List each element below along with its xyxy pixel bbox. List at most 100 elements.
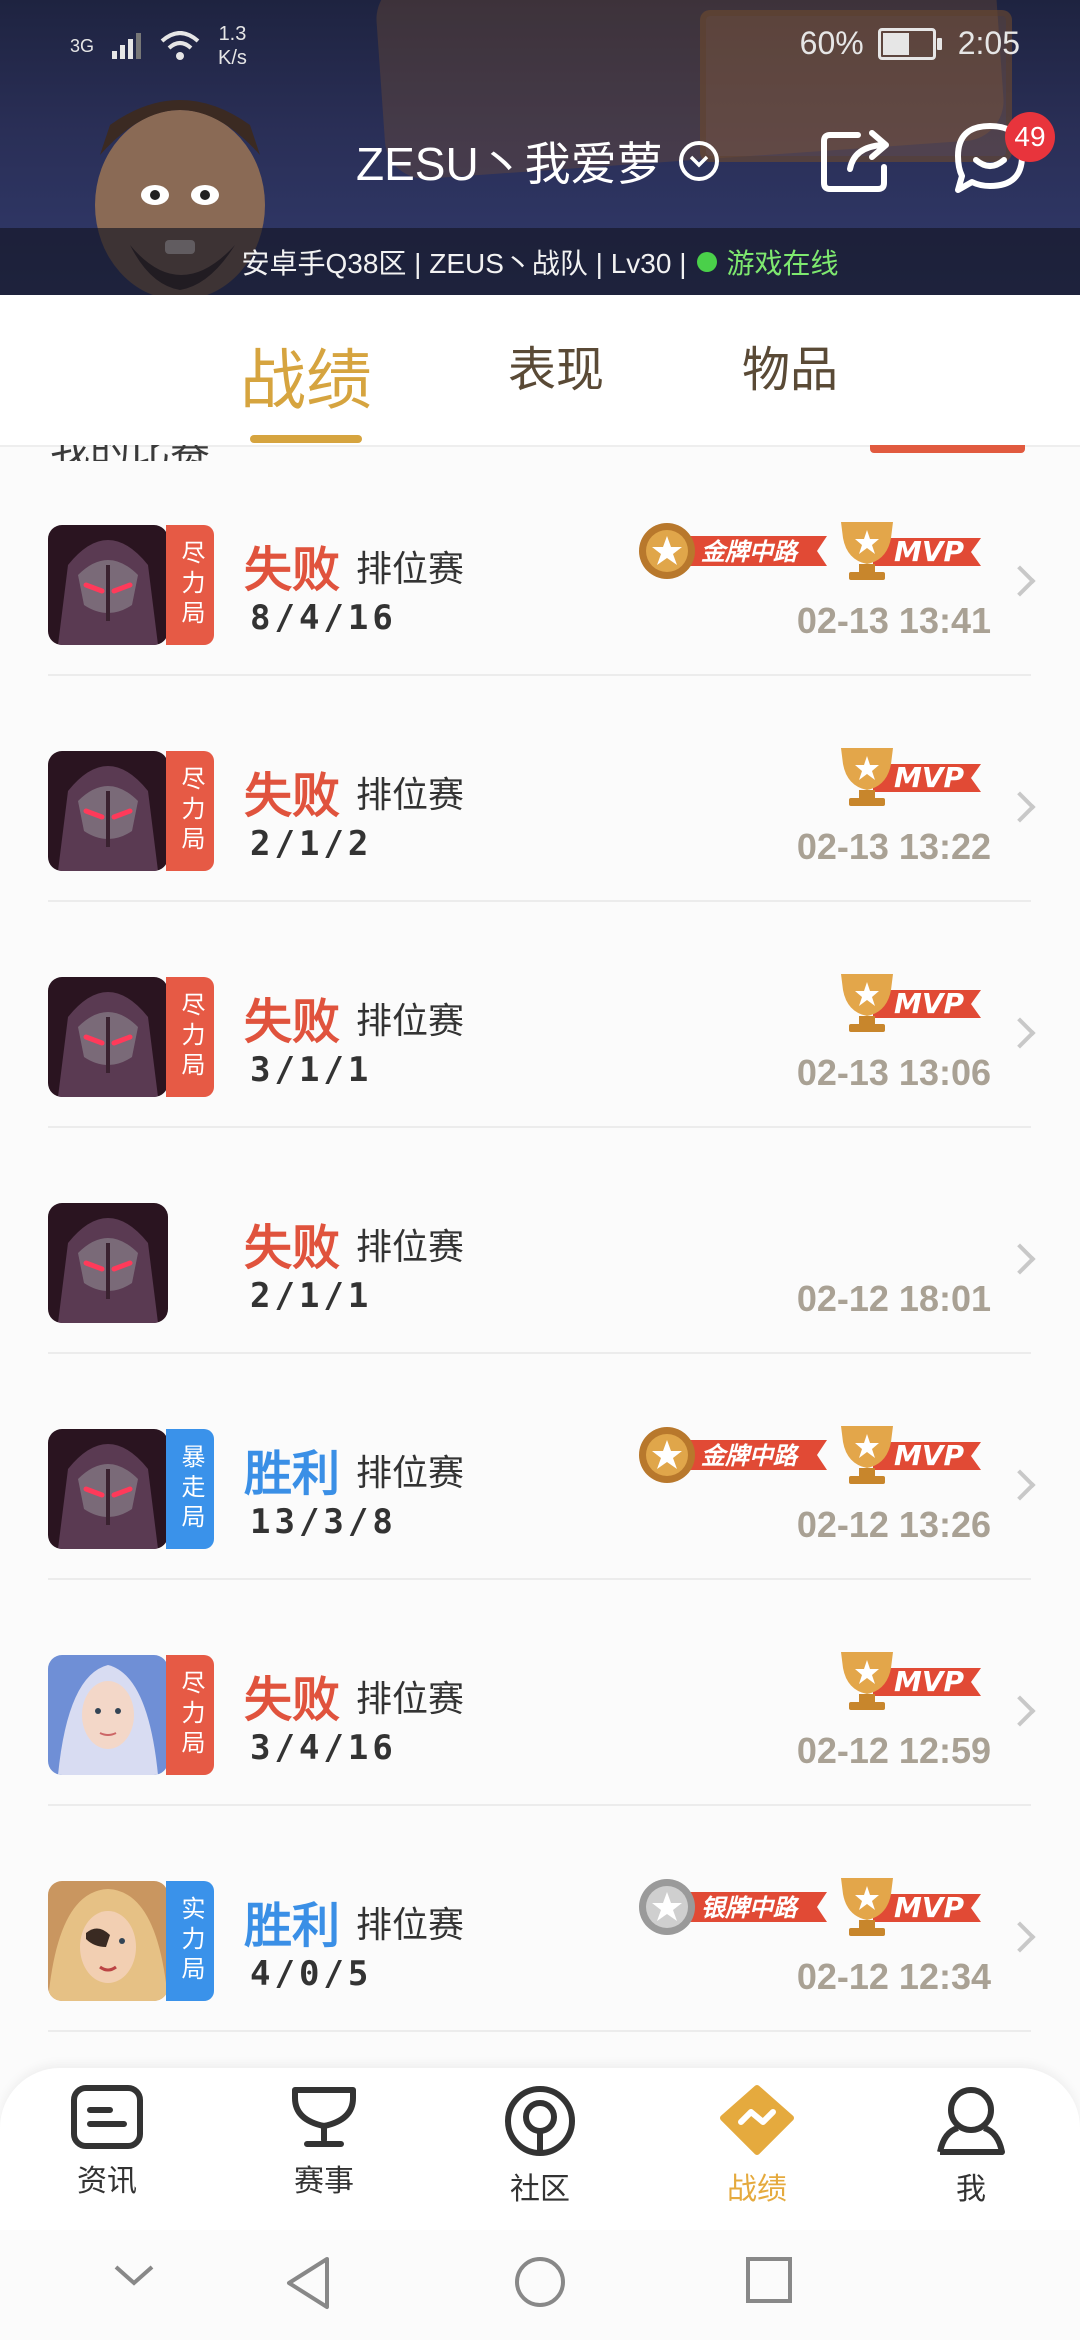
match-mode: 排位赛 xyxy=(356,774,465,815)
match-kda: 8/4/16 xyxy=(250,598,397,638)
share-icon[interactable] xyxy=(820,125,896,195)
match-mode: 排位赛 xyxy=(356,1904,465,1945)
chevron-right-icon xyxy=(1004,1469,1036,1501)
match-quality-tag: 尽力局 xyxy=(166,751,214,871)
match-time: 02-13 13:41 xyxy=(796,600,991,641)
match-mode: 排位赛 xyxy=(356,1000,465,1041)
nav-events-label: 赛事 xyxy=(294,2165,354,2198)
status-bar: 3G 1.3 K/s 60% 2:05 xyxy=(0,0,1080,90)
mvp-badge-icon: MVP xyxy=(833,1422,983,1488)
match-row[interactable]: 尽力局 失败 排位赛 3/4/16 MVP 02-12 12:59 xyxy=(48,1578,1036,1806)
back-icon[interactable] xyxy=(283,2255,333,2311)
clock: 2:05 xyxy=(957,25,1020,61)
svg-text:MVP: MVP xyxy=(894,1665,965,1698)
lane-medal-icon: 金牌中路 xyxy=(631,1422,831,1488)
match-kda: 3/4/16 xyxy=(250,1728,397,1768)
nav-news[interactable]: 资讯 xyxy=(47,2084,167,2200)
chevron-right-icon xyxy=(1004,1695,1036,1727)
match-quality-tag: 实力局 xyxy=(166,1881,214,2001)
match-row[interactable]: 尽力局 失败 排位赛 2/1/2 MVP 02-13 13:22 xyxy=(48,674,1036,902)
match-row[interactable]: 暴走局 胜利 排位赛 13/3/8 MVP 金牌中路 02-12 13:26 xyxy=(48,1352,1036,1580)
bottom-nav: 资讯 赛事 社区 战绩 我 xyxy=(0,2068,1080,2230)
svg-text:MVP: MVP xyxy=(894,761,965,794)
match-result: 胜利 xyxy=(244,1448,341,1501)
match-row[interactable]: 失败 排位赛 2/1/1 02-12 18:01 xyxy=(48,1126,1036,1354)
svg-text:MVP: MVP xyxy=(894,1439,965,1472)
hero-avatar xyxy=(48,1429,168,1549)
tab-record[interactable]: 战绩 xyxy=(240,327,372,423)
network-speed: 1.3 K/s xyxy=(218,23,247,69)
match-time: 02-12 18:01 xyxy=(796,1278,991,1319)
recents-icon[interactable] xyxy=(744,2255,794,2305)
chevron-down-icon xyxy=(678,141,719,181)
player-info-bar: 安卓手Q38区 | ZEUS丶战队 | Lv30 | 游戏在线 xyxy=(0,228,1080,295)
nav-events[interactable]: 赛事 xyxy=(264,2084,384,2200)
match-mode: 排位赛 xyxy=(356,548,465,589)
match-row[interactable]: 尽力局 失败 排位赛 3/1/1 MVP 02-13 13:06 xyxy=(48,900,1036,1128)
lane-medal-icon: 金牌中路 xyxy=(631,518,831,584)
match-kda: 2/1/1 xyxy=(250,1276,373,1316)
match-time: 02-13 13:06 xyxy=(796,1052,991,1093)
battery-percent: 60% xyxy=(799,25,864,61)
match-time: 02-12 12:34 xyxy=(796,1956,991,1997)
match-quality-tag: 尽力局 xyxy=(166,1655,214,1775)
nav-news-label: 资讯 xyxy=(77,2165,137,2198)
mvp-badge-icon: MVP xyxy=(833,1874,983,1940)
match-result: 胜利 xyxy=(244,1900,341,1953)
signal-icon xyxy=(112,33,142,59)
chevron-right-icon xyxy=(1004,791,1036,823)
community-icon xyxy=(505,2086,575,2156)
match-kda: 13/3/8 xyxy=(250,1502,397,1542)
unread-badge: 49 xyxy=(1005,112,1055,162)
match-quality-tag: 暴走局 xyxy=(166,1429,214,1549)
svg-text:金牌中路: 金牌中路 xyxy=(701,538,800,566)
match-kda: 3/1/1 xyxy=(250,1050,373,1090)
svg-text:MVP: MVP xyxy=(894,1891,965,1924)
nav-me[interactable]: 我 xyxy=(911,2084,1031,2208)
nav-community[interactable]: 社区 xyxy=(480,2084,600,2208)
trophy-icon xyxy=(292,2087,356,2147)
match-row[interactable]: 尽力局 失败 排位赛 8/4/16 MVP 金牌中路 02-13 13:41 xyxy=(48,448,1036,676)
tab-performance[interactable]: 表现 xyxy=(508,330,604,400)
wifi-icon xyxy=(160,31,200,60)
active-tab-indicator xyxy=(250,435,362,443)
chevron-right-icon xyxy=(1004,1017,1036,1049)
chevron-right-icon xyxy=(1004,565,1036,597)
network-type: 3G xyxy=(70,35,95,56)
mvp-badge-icon: MVP xyxy=(833,744,983,810)
nav-community-label: 社区 xyxy=(510,2173,570,2206)
collapse-icon[interactable] xyxy=(112,2255,156,2295)
player-info-text: 安卓手Q38区 | ZEUS丶战队 | Lv30 | xyxy=(241,247,687,279)
nav-record[interactable]: 战绩 xyxy=(697,2084,817,2208)
hero-avatar xyxy=(48,525,168,645)
hero-avatar xyxy=(48,1203,168,1323)
tab-items[interactable]: 物品 xyxy=(742,330,838,400)
record-tabs: 战绩 表现 物品 xyxy=(0,295,1080,447)
lane-medal-icon: 银牌中路 xyxy=(631,1874,831,1940)
match-quality-tag: 尽力局 xyxy=(166,525,214,645)
hero-avatar xyxy=(48,977,168,1097)
home-icon[interactable] xyxy=(513,2255,567,2309)
profile-icon xyxy=(937,2087,1005,2155)
match-time: 02-13 13:22 xyxy=(796,826,991,867)
match-quality-tag: 尽力局 xyxy=(166,977,214,1097)
mvp-badge-icon: MVP xyxy=(833,518,983,584)
svg-text:MVP: MVP xyxy=(894,535,965,568)
nav-me-label: 我 xyxy=(956,2173,986,2206)
match-result: 失败 xyxy=(244,544,341,597)
account-switcher[interactable]: ZESU丶我爱萝 xyxy=(356,128,719,194)
match-row[interactable]: 实力局 胜利 排位赛 4/0/5 MVP 银牌中路 02-12 12:34 xyxy=(48,1804,1036,2032)
svg-text:银牌中路: 银牌中路 xyxy=(701,1894,800,1922)
news-icon xyxy=(71,2085,143,2149)
match-mode: 排位赛 xyxy=(356,1678,465,1719)
online-status-dot xyxy=(696,251,717,272)
chevron-right-icon xyxy=(1004,1243,1036,1275)
hero-avatar xyxy=(48,1655,168,1775)
hero-avatar xyxy=(48,1881,168,2001)
online-status-text: 游戏在线 xyxy=(726,247,839,279)
match-time: 02-12 13:26 xyxy=(796,1504,991,1545)
profile-header: 3G 1.3 K/s 60% 2:05 ZESU丶我爱萝 49 安卓手Q38区 … xyxy=(0,0,1080,295)
match-kda: 4/0/5 xyxy=(250,1954,373,1994)
mvp-badge-icon: MVP xyxy=(833,970,983,1036)
match-kda: 2/1/2 xyxy=(250,824,373,864)
